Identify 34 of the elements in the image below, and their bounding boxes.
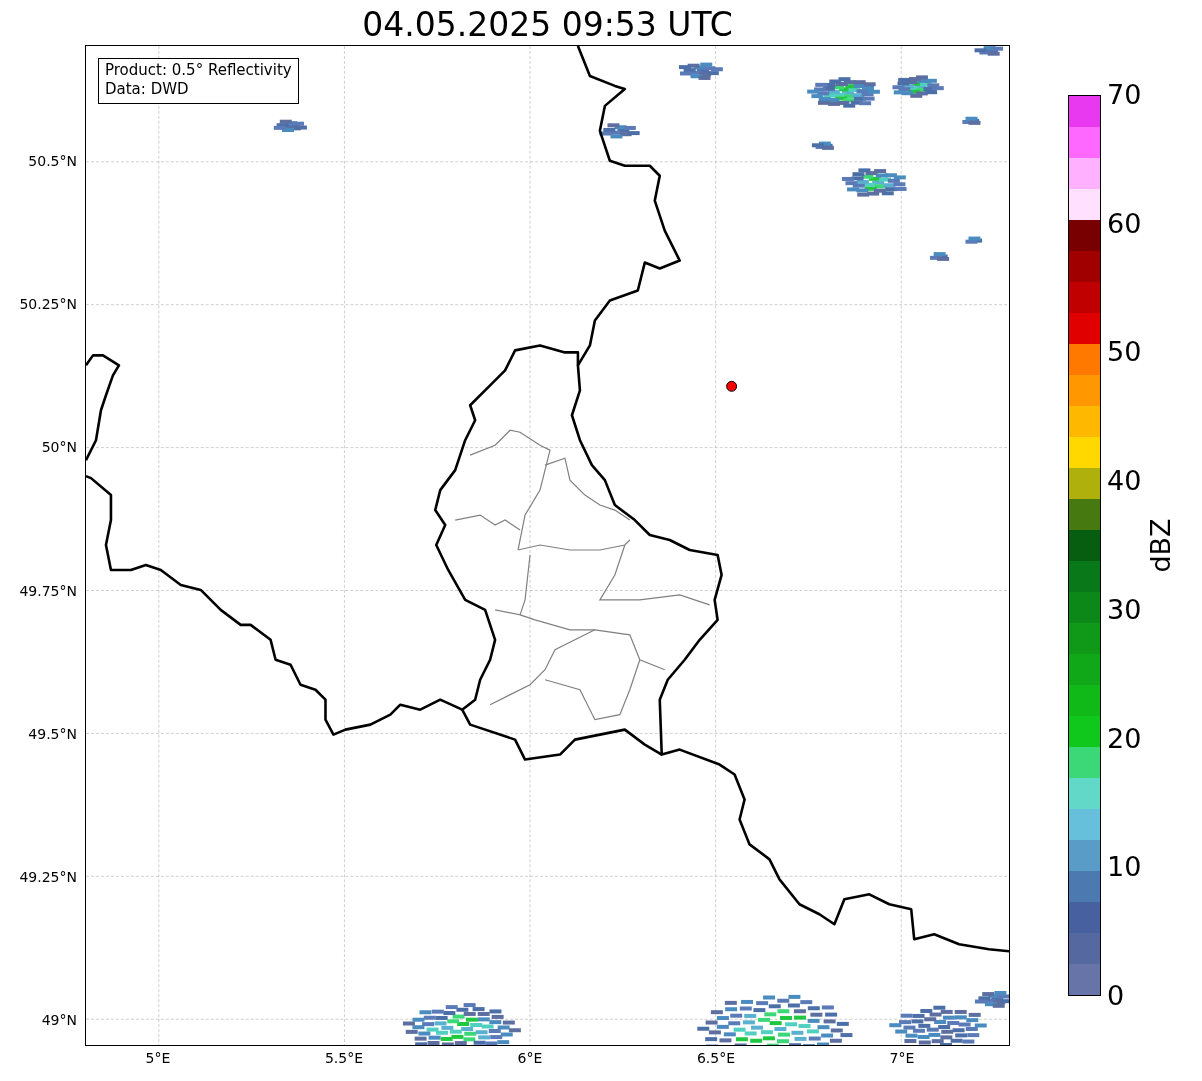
latitude-label: 49.75°N [19, 581, 77, 600]
radar-echo [842, 168, 907, 197]
longitude-label: 5°E [145, 1050, 171, 1066]
radar-echo [599, 123, 640, 139]
radar-echo [965, 236, 983, 244]
latitude-label: 50.5°N [28, 152, 77, 170]
radar-echo [892, 75, 944, 98]
latitude-label: 50.25°N [19, 295, 77, 314]
longitude-label: 7°E [889, 1050, 915, 1066]
colorbar-tick-label: 70 [1107, 79, 1142, 111]
longitude-label: 6°E [517, 1050, 543, 1066]
colorbar-label: dBZ [1144, 518, 1176, 573]
radar-echo [930, 252, 950, 261]
radar-echo [962, 116, 981, 125]
latitude-label: 49.25°N [19, 868, 77, 886]
colorbar-tick-label: 40 [1107, 465, 1142, 498]
radar-echo [273, 119, 307, 133]
radar-echo [679, 62, 723, 80]
colorbar-tick-label: 30 [1107, 593, 1142, 626]
colorbar-tick-label: 0 [1107, 980, 1125, 1012]
radar-site-marker [726, 380, 738, 392]
colorbar-tick-label: 60 [1107, 207, 1142, 240]
colorbar-tick-label: 10 [1107, 851, 1142, 884]
longitude-label: 6.5°E [696, 1050, 736, 1066]
chart-title: 04.05.2025 09:53 UTC [361, 4, 734, 45]
latitude-label: 50°N [41, 438, 77, 457]
legend-box: Product: 0.5° Reflectivity Data: DWD [98, 58, 299, 104]
latitude-label: 49.5°N [28, 724, 77, 743]
radar-echo [974, 46, 1004, 56]
colorbar-tick-label: 50 [1107, 336, 1142, 369]
colorbar-tick-label: 20 [1107, 722, 1142, 755]
radar-echo [811, 141, 834, 150]
longitude-label: 5.5°E [324, 1050, 364, 1066]
latitude-label: 49°N [41, 1011, 77, 1030]
